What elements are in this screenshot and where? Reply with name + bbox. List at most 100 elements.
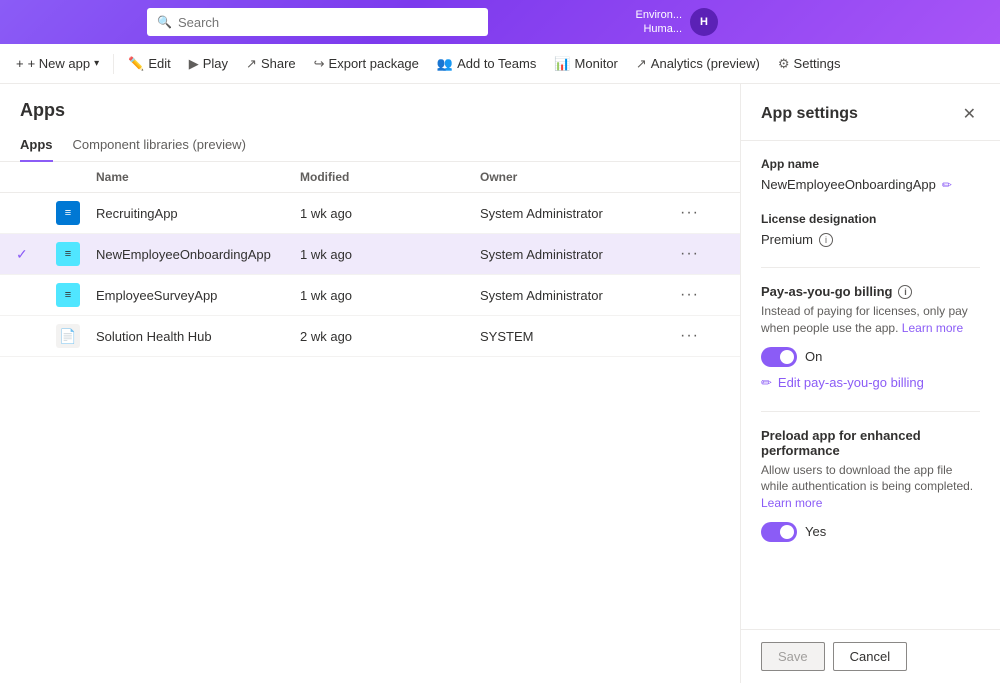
play-label: Play <box>203 56 228 71</box>
app-name-text: NewEmployeeOnboardingApp <box>761 177 936 192</box>
new-app-button[interactable]: + + New app ▾ <box>8 52 107 75</box>
app-modified: 2 wk ago <box>292 325 472 348</box>
plus-icon: + <box>16 56 24 71</box>
play-button[interactable]: ▶ Play <box>181 52 236 76</box>
edit-label: Edit <box>148 56 170 71</box>
preload-toggle-label: Yes <box>805 524 826 539</box>
more-icon[interactable]: ··· <box>680 327 699 344</box>
table-row[interactable]: ≡ EmployeeSurveyApp 1 wk ago System Admi… <box>0 275 740 316</box>
app-name: NewEmployeeOnboardingApp <box>88 243 292 266</box>
panel-title: App settings <box>761 105 858 123</box>
app-name-label: App name <box>761 157 980 171</box>
analytics-icon: ↗ <box>636 56 647 72</box>
monitor-icon: 📊 <box>554 56 570 72</box>
preload-learn-more[interactable]: Learn more <box>761 496 822 510</box>
more-icon[interactable]: ··· <box>680 204 699 221</box>
app-owner: System Administrator <box>472 284 672 307</box>
environment-name: Environ... <box>636 8 682 22</box>
settings-label: Settings <box>794 56 841 71</box>
app-modified: 1 wk ago <box>292 284 472 307</box>
more-icon[interactable]: ··· <box>680 286 699 303</box>
preload-title: Preload app for enhanced performance <box>761 428 980 458</box>
preload-desc: Allow users to download the app file whi… <box>761 462 980 512</box>
table-header: Name Modified Owner <box>0 162 740 193</box>
edit-icon: ✏️ <box>128 56 144 72</box>
top-bar: 🔍 Environ... Huma... H <box>0 0 1000 44</box>
app-name-value: NewEmployeeOnboardingApp ✏ <box>761 177 980 192</box>
row-more[interactable]: ··· <box>672 241 732 267</box>
edit-app-name-icon[interactable]: ✏ <box>942 178 952 192</box>
license-info-icon[interactable]: i <box>819 233 833 247</box>
pay-as-you-go-toggle[interactable] <box>761 347 797 367</box>
monitor-button[interactable]: 📊 Monitor <box>546 52 626 76</box>
edit-billing-link[interactable]: ✏ Edit pay-as-you-go billing <box>761 375 980 391</box>
row-icon-cell: ≡ <box>48 279 88 311</box>
license-value: Premium i <box>761 232 980 247</box>
edit-button[interactable]: ✏️ Edit <box>120 52 179 76</box>
avatar[interactable]: H <box>690 8 718 36</box>
chevron-down-icon: ▾ <box>94 58 99 69</box>
edit-billing-label: Edit pay-as-you-go billing <box>778 375 924 390</box>
app-table: Name Modified Owner ≡ RecruitingApp 1 wk… <box>0 162 740 357</box>
panel-header: App settings ✕ <box>741 84 1000 141</box>
app-icon: ≡ <box>56 201 80 225</box>
export-icon: ↪ <box>314 56 325 72</box>
environment-info: Environ... Huma... H <box>636 8 718 37</box>
col-modified[interactable]: Modified <box>292 170 472 184</box>
save-button[interactable]: Save <box>761 642 825 671</box>
tab-apps[interactable]: Apps <box>20 129 53 162</box>
row-check <box>8 332 48 340</box>
app-icon: ≡ <box>56 283 80 307</box>
col-check <box>8 170 48 184</box>
pay-as-you-go-learn-more[interactable]: Learn more <box>902 321 963 335</box>
table-row[interactable]: ≡ RecruitingApp 1 wk ago System Administ… <box>0 193 740 234</box>
col-owner[interactable]: Owner <box>472 170 672 184</box>
app-modified: 1 wk ago <box>292 243 472 266</box>
pay-as-you-go-info-icon[interactable]: i <box>898 285 912 299</box>
analytics-button[interactable]: ↗ Analytics (preview) <box>628 52 768 76</box>
license-text: Premium <box>761 232 813 247</box>
panel-footer: Save Cancel <box>741 629 1000 683</box>
export-package-button[interactable]: ↪ Export package <box>306 52 427 76</box>
left-panel: Apps Apps Component libraries (preview) … <box>0 84 740 683</box>
preload-toggle[interactable] <box>761 522 797 542</box>
license-group: License designation Premium i <box>761 212 980 247</box>
row-icon-cell: 📄 <box>48 320 88 352</box>
teams-icon: 👥 <box>437 56 453 72</box>
row-more[interactable]: ··· <box>672 323 732 349</box>
table-row[interactable]: ✓ ≡ NewEmployeeOnboardingApp 1 wk ago Sy… <box>0 234 740 275</box>
settings-icon: ⚙ <box>778 56 790 72</box>
app-owner: SYSTEM <box>472 325 672 348</box>
preload-group: Preload app for enhanced performance All… <box>761 428 980 542</box>
license-label: License designation <box>761 212 980 226</box>
divider <box>761 267 980 268</box>
settings-button[interactable]: ⚙ Settings <box>770 52 849 76</box>
close-button[interactable]: ✕ <box>959 100 980 128</box>
panel-body: App name NewEmployeeOnboardingApp ✏ Lice… <box>741 141 1000 629</box>
share-button[interactable]: ↗ Share <box>238 52 304 76</box>
more-icon[interactable]: ··· <box>680 245 699 262</box>
tab-component-libraries[interactable]: Component libraries (preview) <box>73 129 246 162</box>
app-icon: ≡ <box>56 242 80 266</box>
add-to-teams-button[interactable]: 👥 Add to Teams <box>429 52 544 76</box>
row-icon-cell: ≡ <box>48 197 88 229</box>
cancel-button[interactable]: Cancel <box>833 642 907 671</box>
export-label: Export package <box>329 56 419 71</box>
app-modified: 1 wk ago <box>292 202 472 225</box>
col-name[interactable]: Name <box>88 170 292 184</box>
table-row[interactable]: 📄 Solution Health Hub 2 wk ago SYSTEM ··… <box>0 316 740 357</box>
app-settings-panel: App settings ✕ App name NewEmployeeOnboa… <box>740 84 1000 683</box>
preload-description: Allow users to download the app file whi… <box>761 463 973 494</box>
row-check <box>8 291 48 299</box>
app-name: Solution Health Hub <box>88 325 292 348</box>
search-input[interactable] <box>178 15 478 30</box>
pay-as-you-go-toggle-label: On <box>805 349 822 364</box>
row-more[interactable]: ··· <box>672 282 732 308</box>
row-check: ✓ <box>8 242 48 267</box>
row-more[interactable]: ··· <box>672 200 732 226</box>
search-icon: 🔍 <box>157 15 172 29</box>
pay-as-you-go-desc: Instead of paying for licenses, only pay… <box>761 303 980 337</box>
col-actions <box>672 170 732 184</box>
share-label: Share <box>261 56 296 71</box>
main-content: Apps Apps Component libraries (preview) … <box>0 84 1000 683</box>
